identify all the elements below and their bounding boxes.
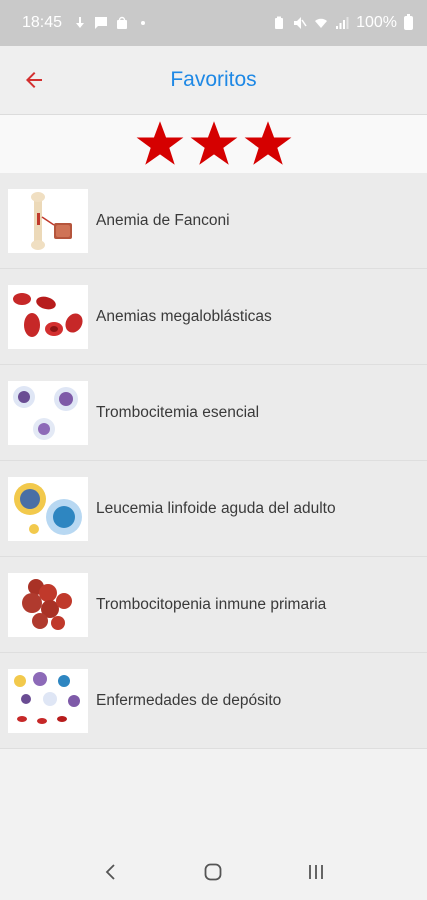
list-item-label: Anemias megaloblásticas	[96, 307, 272, 325]
list-item-label: Leucemia linfoide aguda del adulto	[96, 499, 336, 517]
shopping-bag-icon	[115, 15, 129, 31]
favorites-list: Anemia de Fanconi Anemias megaloblástica…	[0, 173, 427, 749]
system-nav-bar	[0, 844, 427, 900]
red-blood-cells-thumbnail	[8, 284, 88, 349]
wifi-icon	[314, 15, 328, 31]
dot-icon	[136, 15, 150, 31]
battery-icon	[404, 14, 413, 30]
app-bar: Favoritos	[0, 46, 427, 114]
list-item[interactable]: Trombocitopenia inmune primaria	[0, 557, 427, 653]
status-time: 18:45	[22, 14, 63, 31]
battery-saver-icon	[272, 15, 286, 31]
star-icon	[188, 118, 240, 170]
status-bar: 18:45 100%	[0, 0, 427, 46]
status-right: 100%	[272, 14, 413, 32]
back-button[interactable]	[20, 66, 48, 94]
message-icon	[94, 15, 108, 31]
list-item-label: Anemia de Fanconi	[96, 211, 230, 229]
list-item-label: Trombocitopenia inmune primaria	[96, 595, 327, 613]
bone-cells-thumbnail	[8, 188, 88, 253]
list-item[interactable]: Leucemia linfoide aguda del adulto	[0, 461, 427, 557]
list-item-label: Trombocitemia esencial	[96, 403, 260, 421]
nav-recents-button[interactable]	[296, 852, 336, 892]
star-icon	[242, 118, 294, 170]
star-icon	[134, 118, 186, 170]
nav-back-button[interactable]	[91, 852, 131, 892]
rating-stars	[0, 115, 427, 173]
list-item[interactable]: Trombocitemia esencial	[0, 365, 427, 461]
status-left: 18:45	[22, 14, 150, 32]
page-title: Favoritos	[170, 68, 257, 91]
list-item[interactable]: Anemia de Fanconi	[0, 173, 427, 269]
platelet-cluster-thumbnail	[8, 572, 88, 637]
list-item[interactable]: Enfermedades de depósito	[0, 653, 427, 749]
list-item-label: Enfermedades de depósito	[96, 691, 282, 709]
mixed-cells-thumbnail	[8, 668, 88, 733]
nav-home-button[interactable]	[193, 852, 233, 892]
arrow-left-icon	[26, 72, 42, 88]
lymphocytes-thumbnail	[8, 476, 88, 541]
mute-icon	[293, 15, 307, 31]
battery-percent: 100%	[356, 14, 397, 31]
list-item[interactable]: Anemias megaloblásticas	[0, 269, 427, 365]
home-nav-icon	[205, 863, 222, 881]
back-nav-icon	[105, 864, 115, 880]
download-icon	[73, 15, 87, 31]
signal-icon	[335, 15, 349, 31]
white-cells-thumbnail	[8, 380, 88, 445]
recents-nav-icon	[308, 865, 323, 879]
